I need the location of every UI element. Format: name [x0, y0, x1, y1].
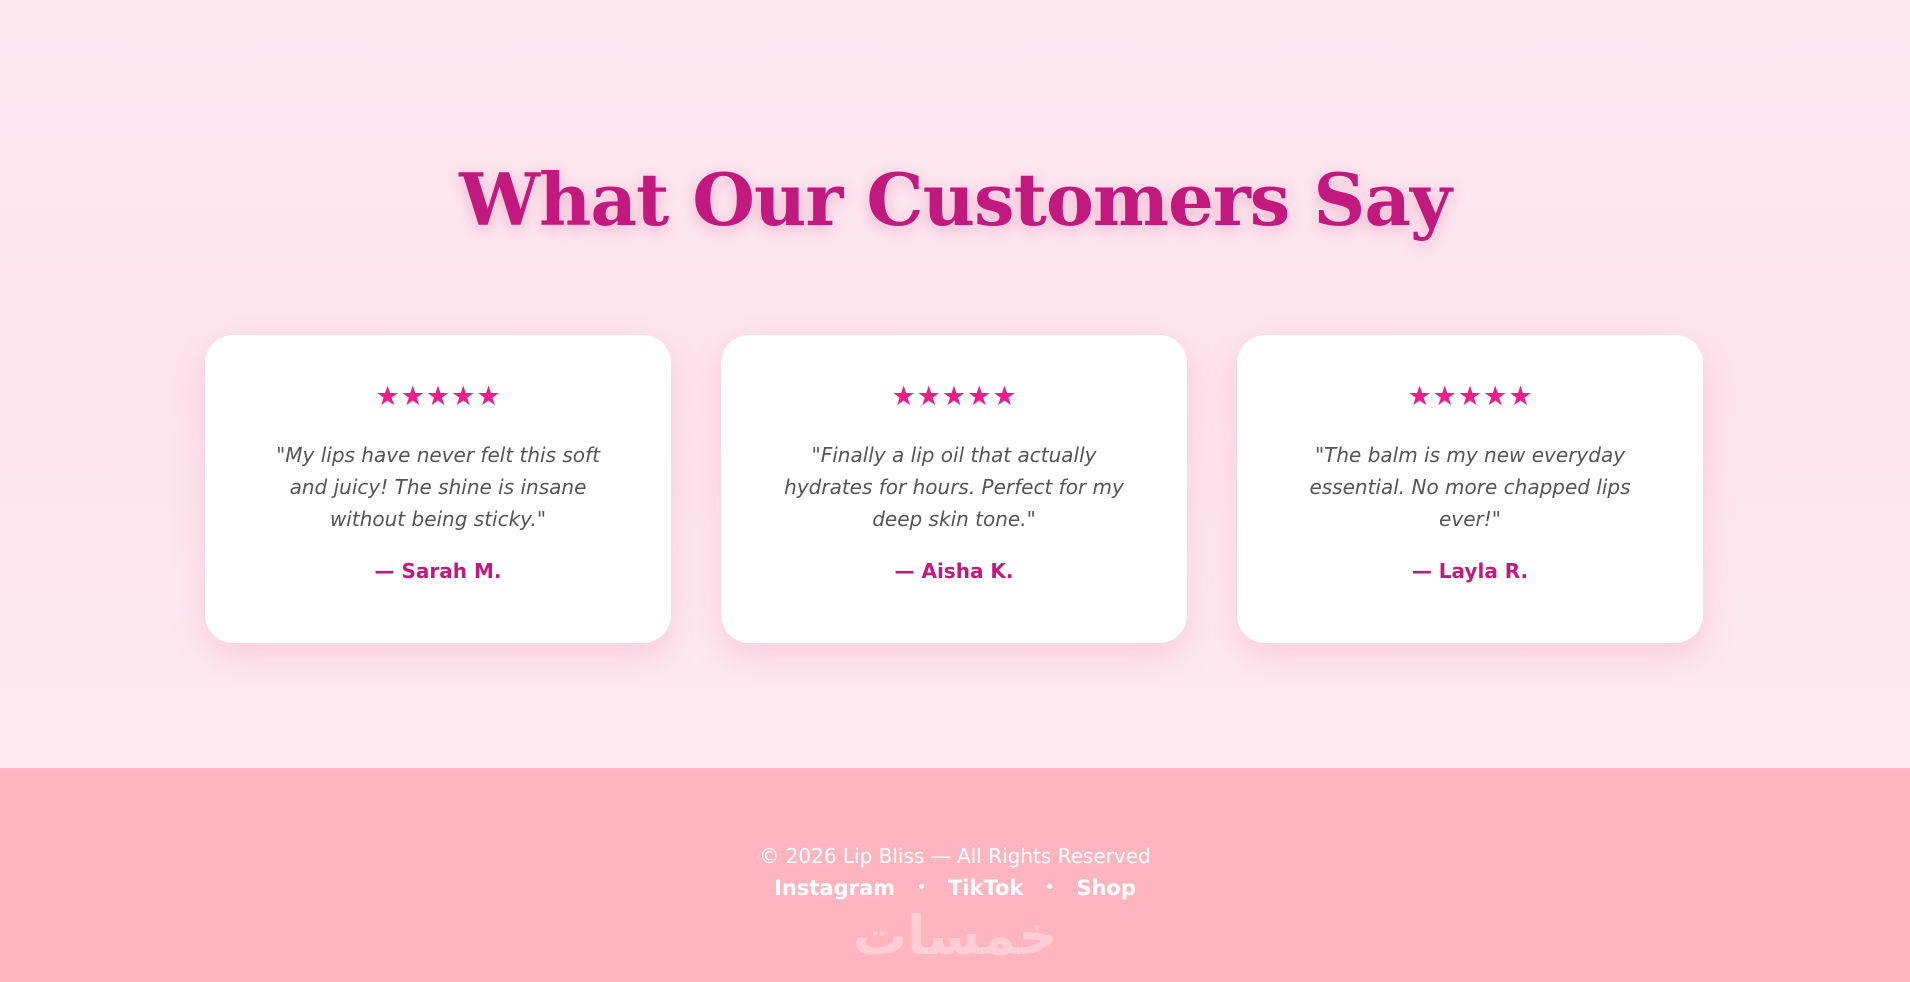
testimonial-quote: "My lips have never felt this soft and j…	[276, 443, 600, 531]
star-icon: ★	[916, 381, 941, 412]
star-icon: ★	[451, 381, 476, 412]
testimonial-author: — Sarah M.	[374, 559, 502, 583]
footer-link-shop[interactable]: Shop	[1076, 876, 1136, 900]
testimonial-card: ★ ★ ★ ★ ★ "The balm is my new everyday e…	[1237, 335, 1703, 643]
star-icon: ★	[1457, 381, 1483, 412]
link-separator: •	[1045, 880, 1055, 896]
star-icon: ★	[1407, 381, 1432, 412]
link-separator: •	[917, 880, 926, 896]
site-footer: © 2026 Lip Bliss — All Rights Reserved I…	[0, 768, 1910, 982]
testimonial-quote: "Finally a lip oil that actually hydrate…	[784, 443, 1124, 531]
star-icon: ★	[1432, 381, 1457, 412]
copyright-text: © 2026 Lip Bliss — All Rights Reserved	[759, 844, 1151, 868]
star-rating: ★ ★ ★ ★ ★	[249, 383, 627, 413]
testimonials-section: What Our Customers Say ★ ★ ★ ★ ★ "My lip…	[0, 0, 1910, 768]
star-icon: ★	[1508, 381, 1533, 412]
star-rating: ★ ★ ★ ★ ★	[1281, 383, 1659, 413]
star-icon: ★	[375, 381, 400, 412]
footer-link-instagram[interactable]: Instagram	[774, 876, 895, 900]
star-icon: ★	[400, 381, 425, 412]
star-icon: ★	[891, 381, 916, 412]
testimonial-author: — Layla R.	[1411, 559, 1529, 583]
testimonial-card: ★ ★ ★ ★ ★ "My lips have never felt this …	[205, 335, 671, 643]
testimonial-quote: "The balm is my new everyday essential. …	[1309, 443, 1631, 531]
star-icon: ★	[476, 381, 501, 412]
star-icon: ★	[967, 381, 992, 412]
section-title: What Our Customers Say	[459, 157, 1452, 242]
star-icon: ★	[425, 381, 451, 412]
star-rating: ★ ★ ★ ★ ★	[765, 383, 1143, 413]
testimonial-cards: ★ ★ ★ ★ ★ "My lips have never felt this …	[205, 335, 1705, 643]
footer-links: Instagram • TikTok • Shop	[0, 876, 1910, 900]
watermark-logo: خمسات	[852, 904, 1058, 967]
footer-link-tiktok[interactable]: TikTok	[948, 876, 1023, 900]
testimonial-author: — Aisha K.	[894, 559, 1014, 583]
star-icon: ★	[1483, 381, 1508, 412]
star-icon: ★	[992, 381, 1017, 412]
star-icon: ★	[941, 381, 967, 412]
testimonial-card: ★ ★ ★ ★ ★ "Finally a lip oil that actual…	[721, 335, 1187, 643]
